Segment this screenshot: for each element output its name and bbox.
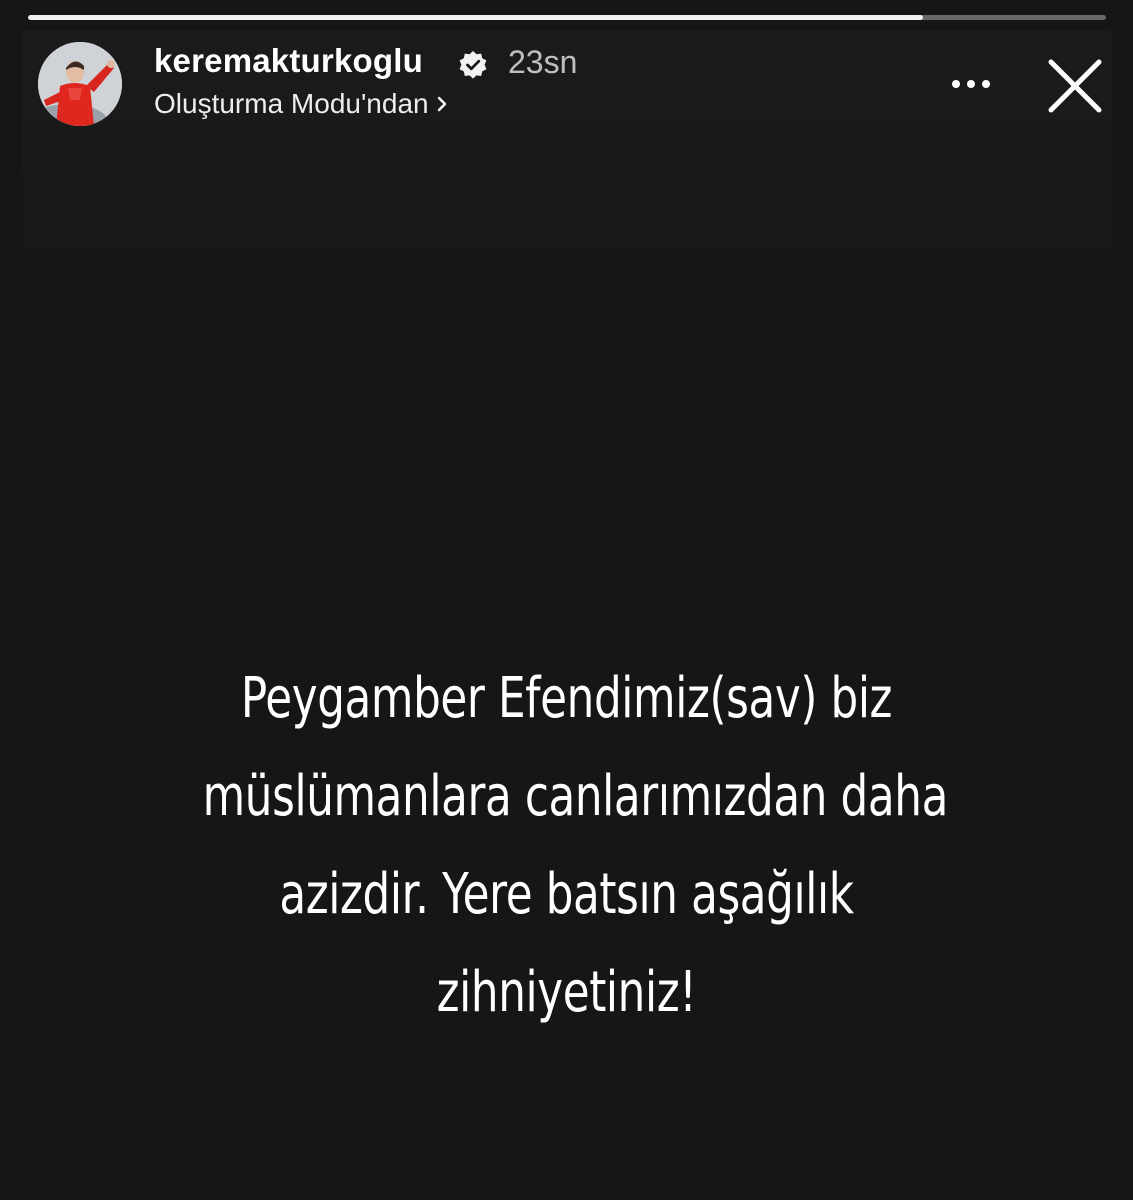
more-options-button[interactable] — [944, 64, 998, 104]
verified-badge-icon — [459, 51, 487, 79]
username[interactable]: keremakturkoglu — [154, 42, 423, 80]
story-text-line: azizdir. Yere batsın aşağılık — [279, 862, 854, 927]
creation-mode-label: Oluşturma Modu'ndan — [154, 88, 429, 119]
story-text-line: Peygamber Efendimiz(sav) biz — [240, 666, 893, 731]
story-text: Peygamber Efendimiz(sav) biz müslümanlar… — [202, 650, 949, 1042]
story-progress-bar — [28, 15, 1106, 20]
close-button[interactable] — [1043, 54, 1107, 118]
profile-photo-icon — [38, 42, 122, 126]
creation-mode-link[interactable]: Oluşturma Modu'ndan — [154, 88, 449, 120]
more-horizontal-icon — [982, 80, 990, 88]
post-timestamp: 23sn — [508, 44, 578, 80]
story-text-line: müslümanlara canlarımızdan daha — [202, 764, 949, 829]
story-progress-fill — [28, 15, 923, 20]
story-viewer[interactable]: keremakturkoglu 23sn Oluşturma Modu'ndan… — [0, 0, 1133, 1200]
story-text-line: zihniyetiniz! — [436, 960, 697, 1025]
chevron-right-icon — [437, 96, 446, 112]
close-icon — [1048, 59, 1102, 113]
more-horizontal-icon — [952, 80, 960, 88]
more-horizontal-icon — [967, 80, 975, 88]
avatar[interactable] — [38, 42, 122, 126]
